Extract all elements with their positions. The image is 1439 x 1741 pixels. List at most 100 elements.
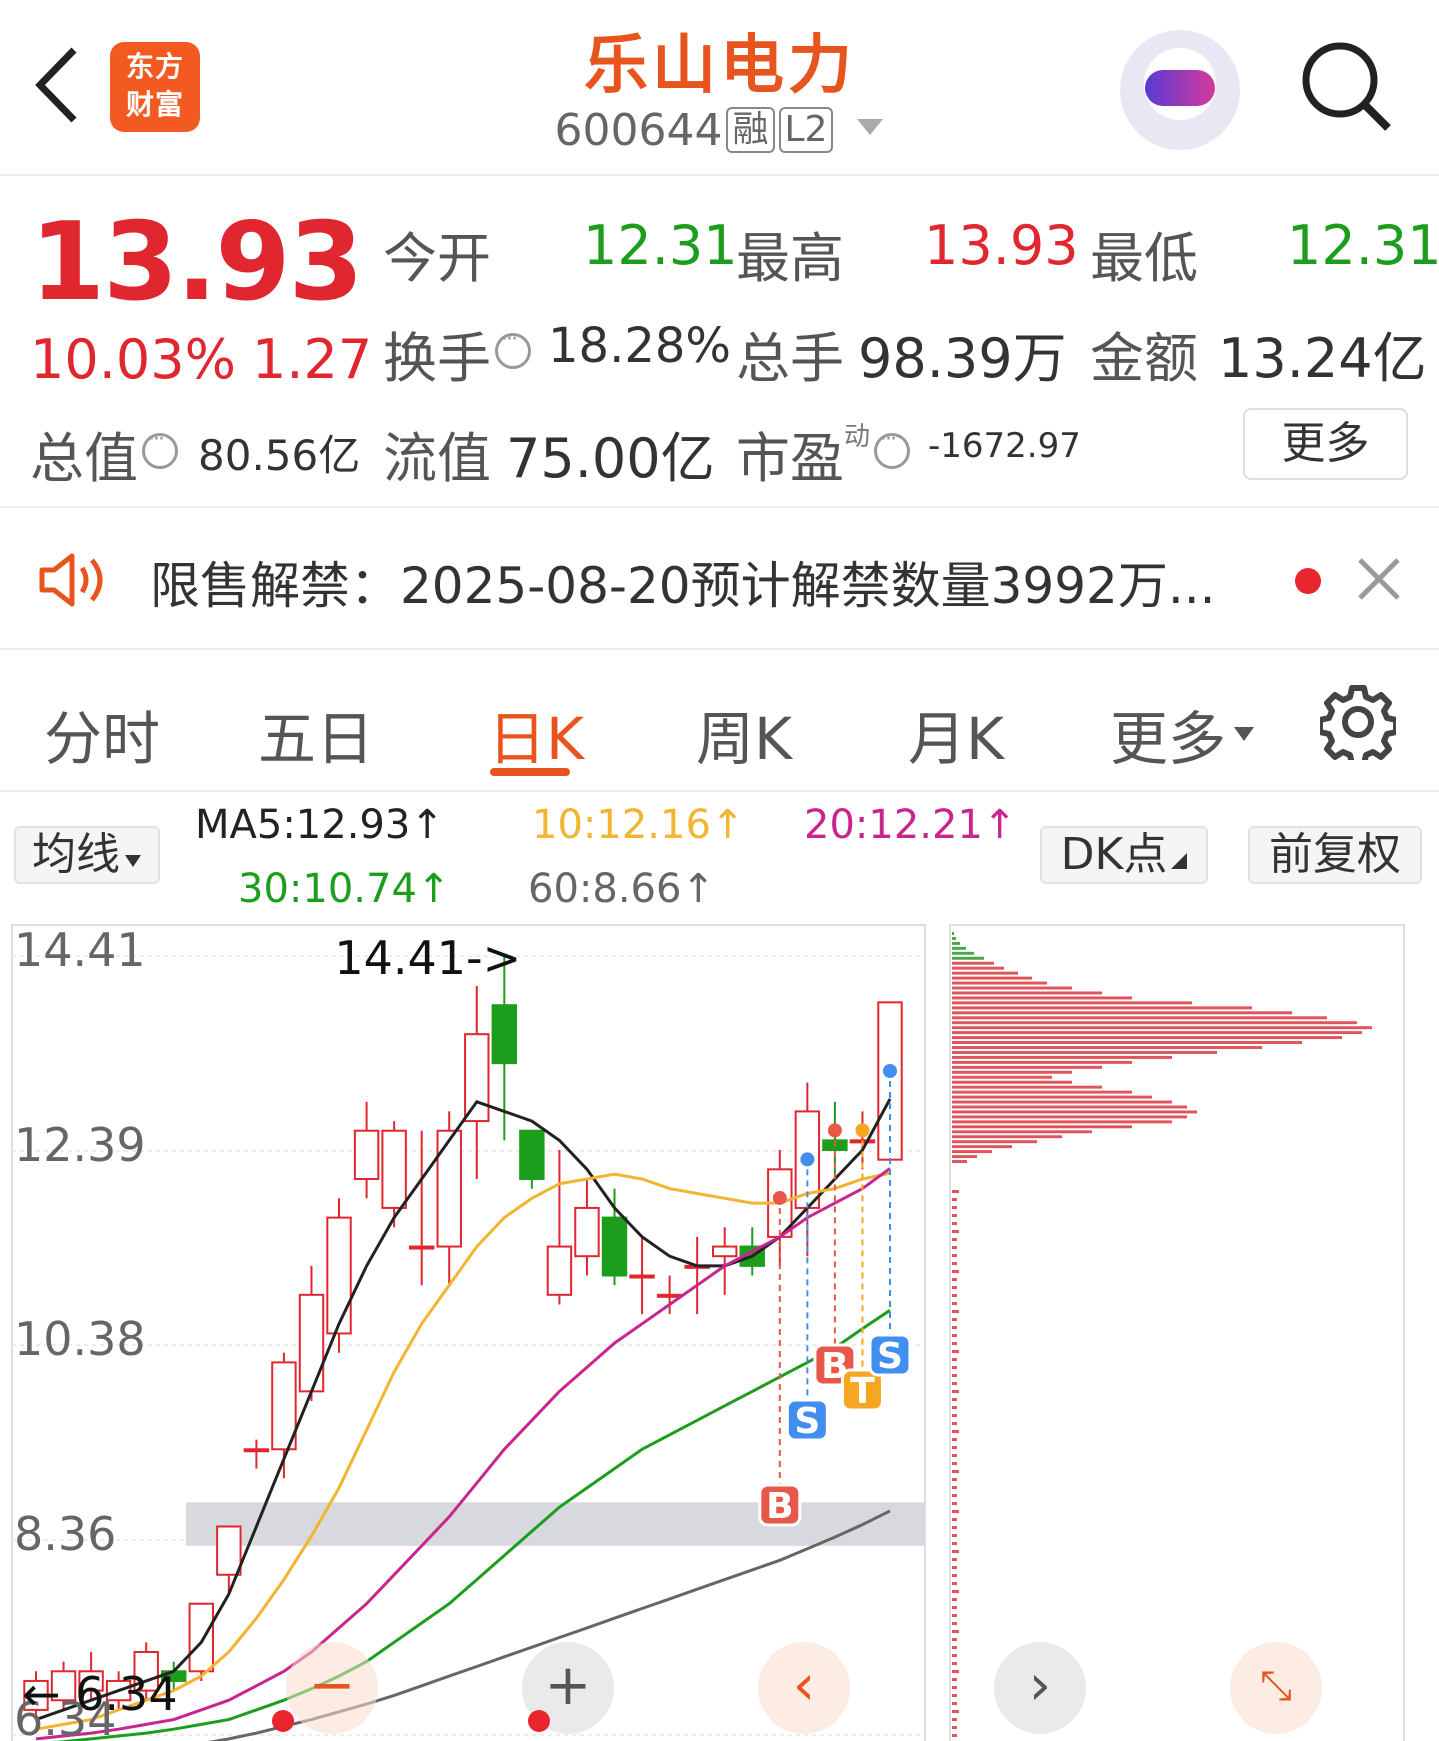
volume-profile-bar — [952, 1120, 1172, 1124]
signal-dot — [855, 1123, 870, 1138]
y-tick-label: 12.39 — [14, 1118, 146, 1172]
volume-profile-bar — [952, 1702, 957, 1705]
amount-value: 13.24亿 — [1218, 327, 1427, 390]
volume-profile-bar — [952, 1150, 992, 1154]
candle-body — [188, 1602, 214, 1673]
chevron-right-icon: › — [1028, 1653, 1052, 1718]
volume-profile-bar — [952, 1011, 1292, 1015]
volume-profile-bar — [952, 1326, 957, 1329]
volume-profile-bar — [952, 1055, 1172, 1059]
volume-profile-bar — [952, 956, 984, 960]
signal-label: B — [766, 1486, 793, 1527]
back-button[interactable] — [30, 40, 90, 130]
candle-body — [326, 1216, 352, 1335]
volume-profile-bar — [952, 1502, 957, 1505]
volume-profile-bar — [952, 1160, 967, 1163]
notice-bar[interactable]: 限售解禁：2025-08-20预计解禁数量3992万... — [0, 510, 1439, 650]
gear-icon[interactable] — [1320, 684, 1396, 760]
y-tick-label: 8.36 — [14, 1507, 116, 1561]
tab-monthly-k[interactable]: 月K — [908, 692, 1004, 776]
volume-profile-bar — [952, 1718, 957, 1721]
close-icon[interactable] — [1356, 556, 1402, 602]
float-cap-label: 流值 — [383, 427, 491, 490]
stock-name: 乐山电力 — [584, 29, 856, 103]
tab-intraday[interactable]: 分时 — [44, 692, 160, 776]
volume-profile-bar — [952, 1734, 957, 1737]
volume-profile-bar — [952, 1060, 1132, 1064]
volume-profile-bar — [952, 1686, 957, 1689]
corner-triangle-icon — [1171, 853, 1188, 869]
ma-selector[interactable]: 均线 — [14, 826, 160, 884]
volume-profile-bar — [952, 932, 954, 935]
tab-five-day[interactable]: 五日 — [258, 692, 374, 776]
tab-more[interactable]: 更多 — [1110, 692, 1256, 776]
adjust-price-button[interactable]: 前复权 — [1248, 826, 1422, 884]
volume-profile-bar — [952, 1075, 1052, 1079]
ma5-value: MA5:12.93↑ — [195, 802, 444, 848]
volume-profile-bar — [952, 1140, 1037, 1144]
volume-profile-bar — [952, 1206, 957, 1209]
volume-profile-bar — [952, 986, 1072, 990]
volume-profile-bar — [952, 1630, 959, 1633]
candle-body — [712, 1245, 738, 1258]
volume-profile-bar — [952, 1606, 957, 1609]
fullscreen-button[interactable]: ⤡ — [1230, 1642, 1322, 1734]
volume-profile-bar — [952, 1446, 957, 1449]
volume-profile-bar — [952, 1694, 957, 1697]
open-value: 12.31 — [583, 214, 738, 277]
volume-profile-bar — [952, 1574, 957, 1577]
zoom-out-button[interactable]: − — [286, 1642, 378, 1734]
volume-profile-bar — [952, 1135, 1062, 1139]
mktcap-label-text: 总值 — [30, 427, 138, 490]
stock-code: 600644 — [554, 105, 723, 156]
candle-body — [601, 1216, 628, 1277]
signal-label: S — [877, 1336, 903, 1377]
volume-profile-bar — [952, 1390, 959, 1393]
tab-daily-k[interactable]: 日K — [488, 692, 584, 776]
chevron-left-icon: ‹ — [792, 1653, 816, 1718]
volume-profile-bar — [952, 1302, 957, 1305]
open-label: 今开 — [383, 227, 491, 290]
search-button[interactable] — [1298, 38, 1394, 134]
signal-label: S — [794, 1401, 820, 1442]
turnover-label[interactable]: 换手 — [383, 314, 535, 393]
volume-profile-bar — [952, 1238, 957, 1241]
app-header: 东方 财富 乐山电力 600644 融 L2 — [0, 0, 1439, 176]
dk-points-button[interactable]: DK点 — [1040, 826, 1208, 884]
volume-profile-bar — [952, 1278, 957, 1281]
max-price-label: 14.41-> — [334, 931, 521, 985]
chart-period-tabs: 分时 五日 日K 周K 月K 更多 — [0, 652, 1439, 792]
kline-chart[interactable]: BSBTS 14.4112.3910.388.366.3414.41->← 6.… — [0, 920, 1439, 1741]
volume-profile-bar — [952, 1438, 957, 1441]
tab-weekly-k[interactable]: 周K — [696, 692, 792, 776]
signal-dot — [800, 1152, 815, 1167]
volume-profile-bar — [952, 1542, 957, 1545]
pe-label-text: 市盈 — [736, 427, 844, 490]
ma-indicator-row: 均线 MA5:12.93↑ 10:12.16↑ 20:12.21↑ 30:10.… — [0, 792, 1439, 922]
volume-profile-bar — [952, 1001, 1192, 1005]
more-quote-button[interactable]: 更多 — [1243, 408, 1408, 480]
pe-label[interactable]: 市盈动 — [736, 414, 914, 493]
volume-profile-bar — [952, 1598, 957, 1601]
volume-profile-bar — [952, 1646, 957, 1649]
stock-code-row[interactable]: 600644 融 L2 — [470, 105, 970, 156]
active-tab-indicator — [490, 768, 570, 776]
ma20-value: 20:12.21↑ — [804, 802, 1017, 848]
mktcap-label[interactable]: 总值 — [30, 414, 182, 493]
volume-profile-bar — [952, 1222, 957, 1225]
volume-profile-bar — [952, 1130, 1092, 1134]
prev-button[interactable]: ‹ — [758, 1642, 850, 1734]
margin-tag: 融 — [726, 107, 775, 153]
volume-profile-bar — [952, 1534, 957, 1537]
signal-dot — [827, 1123, 842, 1138]
volume-profile-bar — [952, 1262, 957, 1265]
volume-profile-bar — [952, 1214, 957, 1217]
ai-robot-avatar[interactable] — [1120, 30, 1240, 150]
volume-profile-bar — [952, 1080, 1072, 1084]
signal-label: T — [850, 1371, 875, 1412]
volume-profile-bar — [952, 1041, 1302, 1045]
volume-profile-bar — [952, 1125, 1132, 1129]
volume-profile-bar — [952, 1246, 957, 1249]
next-button[interactable]: › — [994, 1642, 1086, 1734]
high-label: 最高 — [736, 227, 844, 290]
